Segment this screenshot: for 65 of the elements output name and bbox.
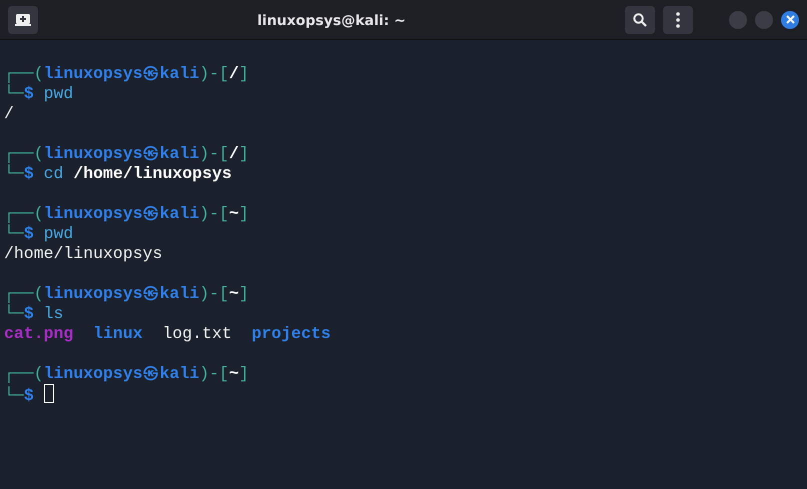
search-icon xyxy=(633,12,647,26)
prompt-frame: )-[ xyxy=(199,204,229,223)
new-tab-icon xyxy=(15,12,31,26)
prompt-user: linuxopsys xyxy=(44,204,143,223)
prompt-host: kali xyxy=(160,364,200,383)
prompt-user: linuxopsys xyxy=(44,284,143,303)
prompt-user: linuxopsys xyxy=(44,144,143,163)
prompt-host: kali xyxy=(160,284,200,303)
command-name: pwd xyxy=(44,84,74,103)
prompt-host: kali xyxy=(160,64,200,83)
menu-icon xyxy=(676,12,680,28)
prompt-directory: / xyxy=(228,64,239,83)
output-text: cat.png xyxy=(4,324,74,343)
prompt-frame: ┌──( xyxy=(4,64,44,83)
output-text: /home/linuxopsys xyxy=(4,244,162,263)
close-button[interactable] xyxy=(781,10,799,28)
prompt-frame: ] xyxy=(238,364,249,383)
prompt-frame: ┌──( xyxy=(4,144,44,163)
prompt-frame: )-[ xyxy=(199,64,229,83)
prompt-directory: ~ xyxy=(228,204,239,223)
prompt-frame: ] xyxy=(238,64,249,83)
prompt-at-symbol: ㉿ xyxy=(142,284,160,303)
prompt-frame: └─ xyxy=(4,164,24,183)
prompt-frame: )-[ xyxy=(199,364,229,383)
prompt-at-symbol: ㉿ xyxy=(142,364,160,383)
prompt-frame: └─ xyxy=(4,84,24,103)
prompt-host: kali xyxy=(160,144,200,163)
prompt-dollar: $ xyxy=(24,164,34,183)
prompt-frame: ┌──( xyxy=(4,204,44,223)
command-argument: /home/linuxopsys xyxy=(73,164,232,183)
output-text: linux xyxy=(93,324,143,343)
prompt-frame: └─ xyxy=(4,386,24,405)
prompt-at-symbol: ㉿ xyxy=(142,204,160,223)
output-text: log.txt xyxy=(162,324,232,343)
command-name: pwd xyxy=(44,224,74,243)
prompt-user: linuxopsys xyxy=(44,364,143,383)
output-text: / xyxy=(4,104,14,123)
window-title: linuxopsys@kali: ~ xyxy=(257,12,406,28)
close-icon xyxy=(786,15,794,24)
prompt-frame: )-[ xyxy=(199,144,229,163)
prompt-user: linuxopsys xyxy=(44,64,143,83)
new-tab-button[interactable] xyxy=(8,6,38,34)
prompt-frame: ┌──( xyxy=(4,284,44,303)
output-text: projects xyxy=(252,324,331,343)
prompt-frame: )-[ xyxy=(199,284,229,303)
prompt-at-symbol: ㉿ xyxy=(142,144,160,163)
menu-button[interactable] xyxy=(663,6,693,34)
prompt-host: kali xyxy=(160,204,200,223)
prompt-dollar: $ xyxy=(24,84,34,103)
prompt-dollar: $ xyxy=(24,224,34,243)
prompt-at-symbol: ㉿ xyxy=(142,64,160,83)
prompt-directory: ~ xyxy=(228,284,239,303)
command-name: ls xyxy=(44,304,64,323)
prompt-directory: ~ xyxy=(228,364,239,383)
prompt-frame: └─ xyxy=(4,224,24,243)
prompt-frame: └─ xyxy=(4,304,24,323)
search-button[interactable] xyxy=(625,6,655,34)
command-name: cd xyxy=(44,164,64,183)
prompt-directory: / xyxy=(228,144,239,163)
prompt-frame: ] xyxy=(238,284,249,303)
prompt-dollar: $ xyxy=(24,304,34,323)
prompt-frame: ┌──( xyxy=(4,364,44,383)
prompt-frame: ] xyxy=(238,204,249,223)
prompt-frame: ] xyxy=(238,144,249,163)
prompt-dollar: $ xyxy=(24,386,34,405)
